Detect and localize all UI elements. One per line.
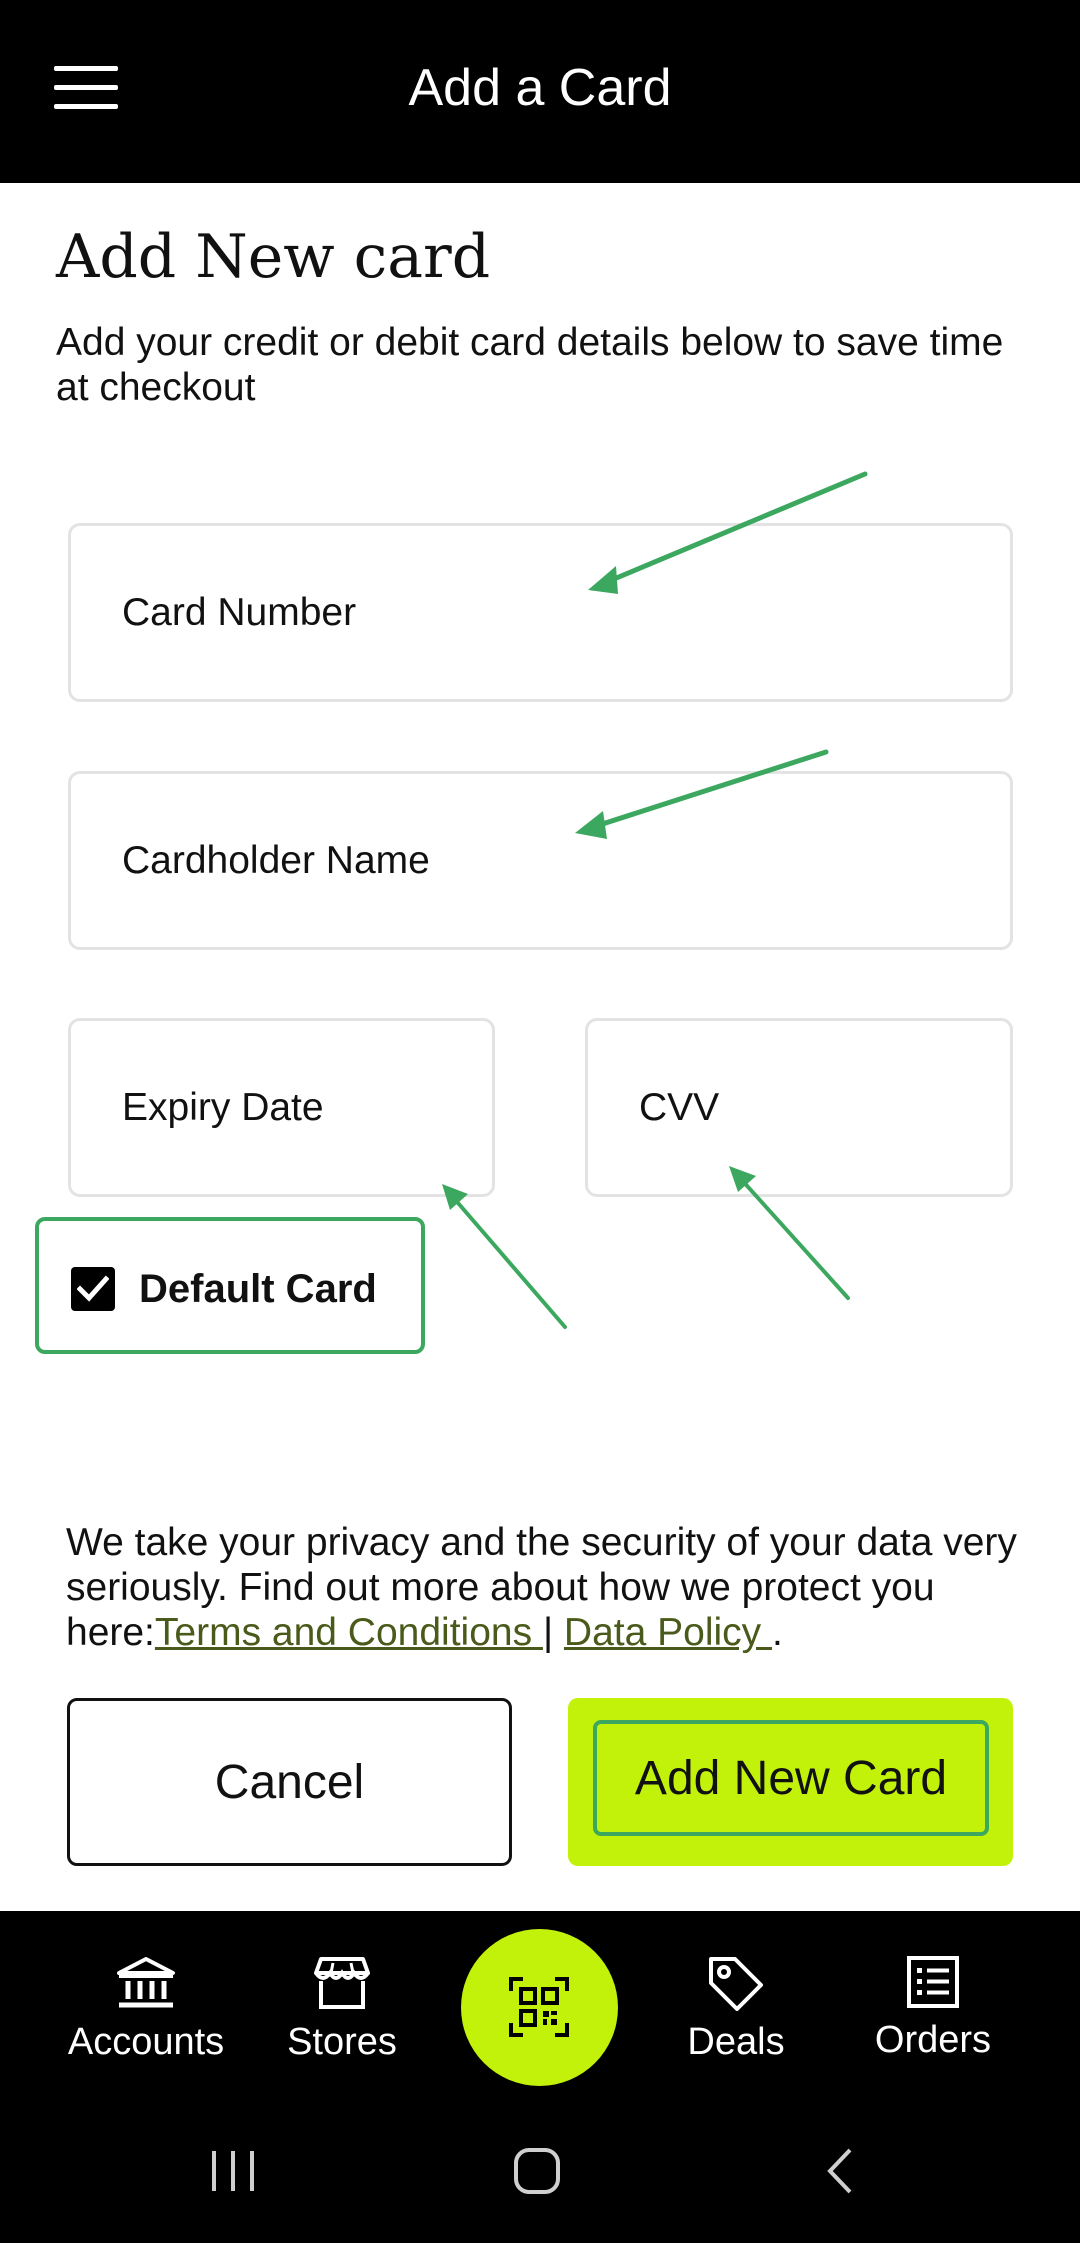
- nav-label-accounts: Accounts: [67, 2021, 225, 2063]
- card-number-field[interactable]: Card Number: [68, 523, 1013, 702]
- cardholder-name-field[interactable]: Cardholder Name: [68, 771, 1013, 950]
- default-card-label: Default Card: [139, 1267, 377, 1311]
- add-new-card-button[interactable]: Add New Card: [593, 1720, 989, 1836]
- cardholder-name-label: Cardholder Name: [122, 838, 430, 882]
- nav-item-accounts[interactable]: Accounts: [51, 1955, 241, 2095]
- nav-label-orders: Orders: [874, 2019, 992, 2061]
- back-icon[interactable]: [824, 2147, 856, 2195]
- nav-item-orders[interactable]: Orders: [838, 1955, 1028, 2095]
- nav-label-stores: Stores: [287, 2021, 397, 2063]
- nav-label-deals: Deals: [687, 2021, 785, 2063]
- privacy-end: .: [772, 1611, 783, 1654]
- home-icon[interactable]: [513, 2147, 561, 2195]
- store-icon: [314, 1957, 370, 2009]
- form-subtitle: Add your credit or debit card details be…: [56, 321, 1004, 409]
- qr-code-icon: [509, 1977, 569, 2037]
- bottom-nav: Accounts Stores Deals Orders: [0, 1911, 1080, 2243]
- app-bar: Add a Card: [0, 0, 1080, 183]
- cvv-field[interactable]: CVV: [585, 1018, 1013, 1197]
- terms-link[interactable]: Terms and Conditions: [155, 1611, 543, 1654]
- nav-item-deals[interactable]: Deals: [641, 1955, 831, 2095]
- expiry-date-field[interactable]: Expiry Date: [68, 1018, 495, 1197]
- tag-icon: [709, 1957, 763, 2011]
- recents-icon[interactable]: [210, 2149, 256, 2193]
- add-new-card-container: Add New Card: [568, 1698, 1013, 1866]
- checkbox-checked-icon[interactable]: [71, 1267, 115, 1311]
- form-heading: Add New card: [56, 222, 491, 292]
- expiry-date-label: Expiry Date: [122, 1085, 324, 1129]
- cvv-label: CVV: [639, 1085, 720, 1129]
- qr-scan-button[interactable]: [461, 1929, 618, 2086]
- link-separator: |: [542, 1611, 554, 1654]
- arrow-expiry-date: [442, 1184, 567, 1329]
- data-policy-link[interactable]: Data Policy: [564, 1611, 772, 1654]
- page-title: Add a Card: [408, 59, 672, 117]
- default-card-checkbox[interactable]: Default Card: [35, 1217, 425, 1354]
- bank-icon: [117, 1957, 175, 2008]
- cancel-button[interactable]: Cancel: [67, 1698, 512, 1866]
- list-icon: [907, 1956, 959, 2008]
- card-number-label: Card Number: [122, 590, 357, 634]
- privacy-notice: We take your privacy and the security of…: [66, 1520, 1026, 1655]
- nav-item-stores[interactable]: Stores: [247, 1955, 437, 2095]
